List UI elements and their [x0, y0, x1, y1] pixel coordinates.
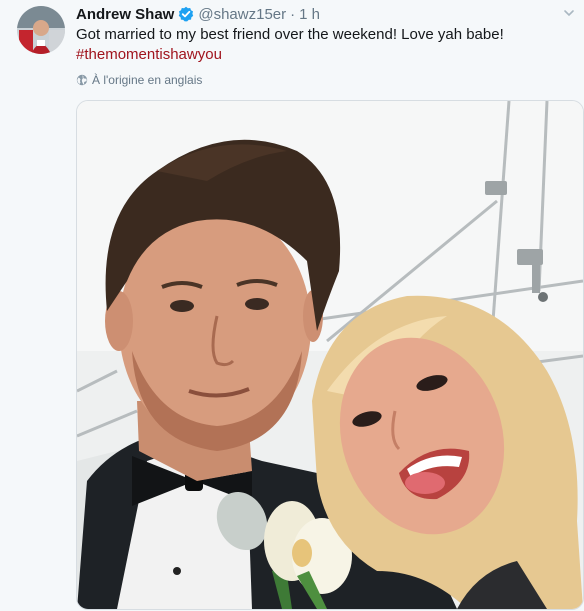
timestamp[interactable]: 1 h: [299, 6, 320, 23]
verified-badge-icon: [178, 6, 194, 22]
translate-link[interactable]: À l'origine en anglais: [76, 73, 202, 87]
tweet-text: Got married to my best friend over the w…: [76, 25, 556, 65]
hashtag-link[interactable]: #themomentishawyou: [76, 45, 556, 65]
tweet-photo[interactable]: [76, 100, 584, 610]
chevron-down-icon[interactable]: [562, 6, 576, 20]
globe-icon: [76, 74, 88, 86]
separator-dot: ·: [290, 5, 296, 23]
tweet-header: Andrew Shaw @shawz15er · 1 h: [76, 4, 320, 24]
display-name[interactable]: Andrew Shaw: [76, 6, 174, 23]
tweet-body: Got married to my best friend over the w…: [76, 26, 504, 43]
avatar[interactable]: [17, 6, 65, 54]
translate-label: À l'origine en anglais: [92, 73, 203, 87]
tweet[interactable]: Andrew Shaw @shawz15er · 1 h Got married…: [0, 0, 584, 611]
author-handle[interactable]: @shawz15er: [198, 6, 286, 23]
